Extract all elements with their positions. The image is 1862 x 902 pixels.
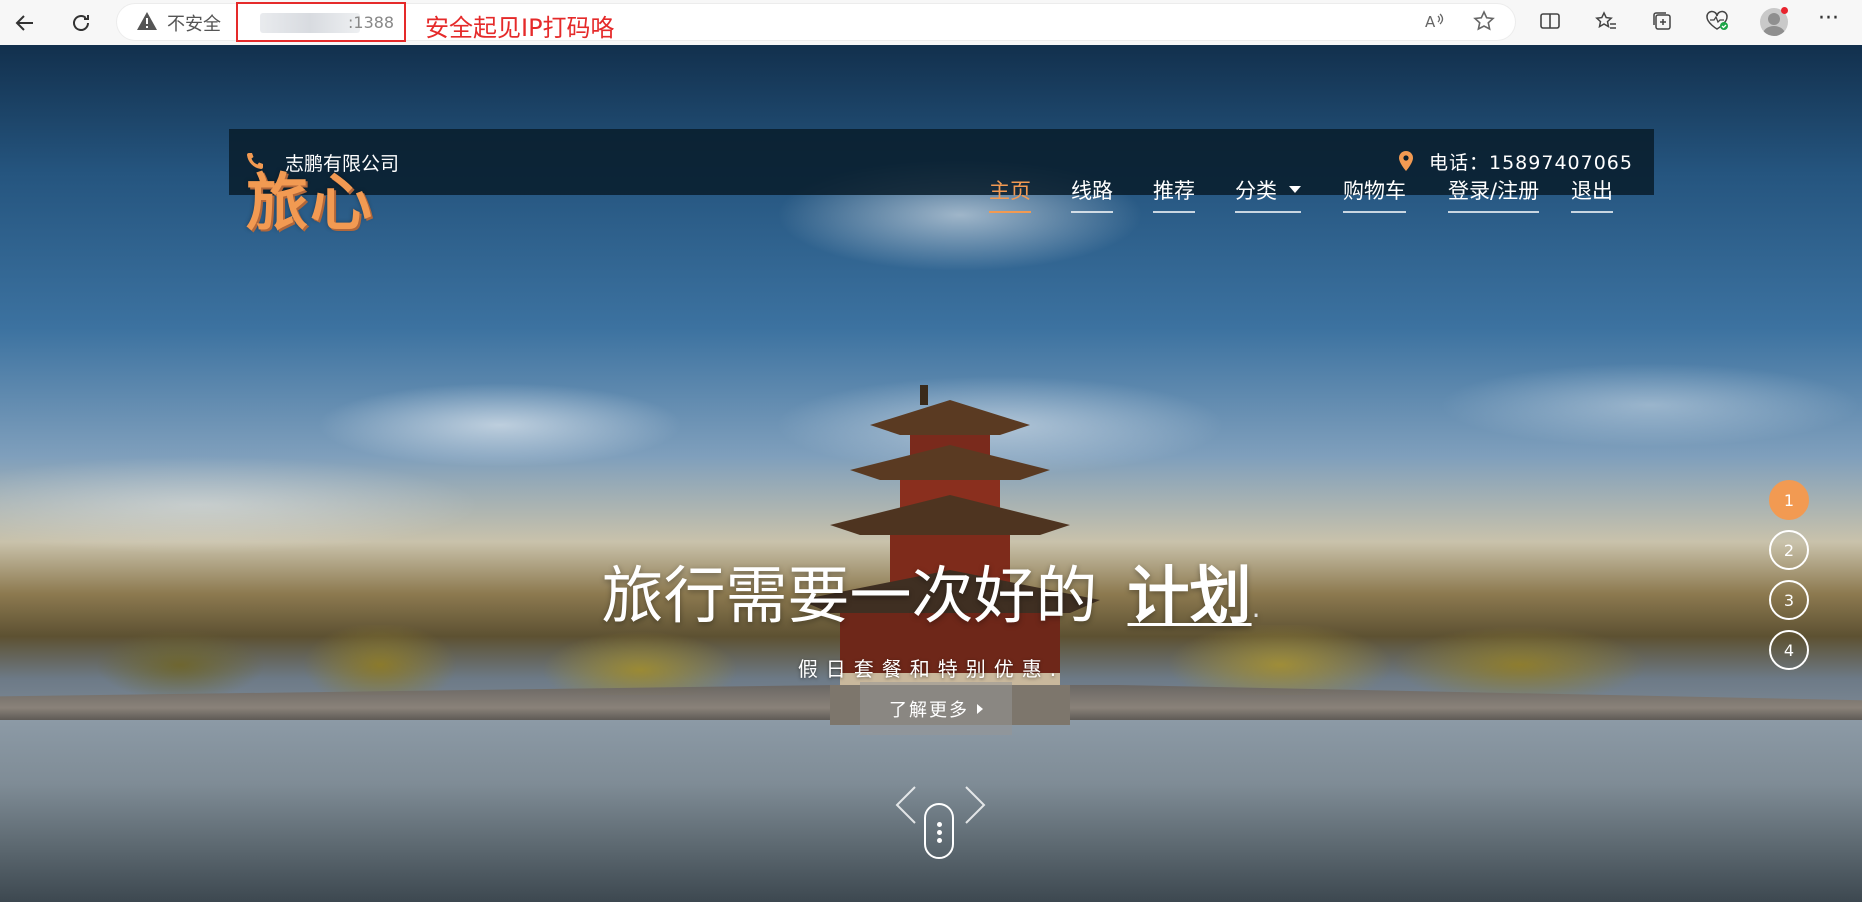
url-port: :1388 — [348, 13, 395, 32]
caret-down-icon — [1289, 185, 1301, 193]
headline-emphasis: 计划 — [1127, 559, 1252, 632]
next-arrow-icon[interactable] — [962, 785, 988, 825]
split-screen-icon[interactable] — [1539, 10, 1561, 37]
security-label[interactable]: 不安全 — [167, 10, 221, 36]
nav-login-register[interactable]: 登录/注册 — [1448, 175, 1540, 213]
slide-dot-4[interactable]: 4 — [1769, 630, 1809, 670]
nav-routes[interactable]: 线路 — [1071, 175, 1113, 213]
browser-toolbar: 不安全 :1388 安全起见IP打码咯 A ··· — [0, 0, 1862, 46]
scroll-down-indicator[interactable] — [924, 803, 954, 859]
more-menu-icon[interactable]: ··· — [1818, 6, 1839, 31]
back-arrow-icon[interactable] — [8, 6, 42, 40]
location-pin-icon — [1399, 151, 1413, 171]
blurred-ip — [260, 13, 360, 33]
hero-banner: 志鹏有限公司 电话：15897407065 旅心 主页 线路 推荐 分类 购物车… — [0, 45, 1862, 902]
favorite-star-icon[interactable] — [1473, 10, 1495, 37]
slide-dot-3[interactable]: 3 — [1769, 580, 1809, 620]
refresh-icon[interactable] — [64, 6, 98, 40]
redacted-url-box: :1388 — [236, 2, 406, 42]
notification-dot — [1781, 7, 1788, 14]
nav-logout[interactable]: 退出 — [1571, 175, 1613, 213]
slide-dot-1[interactable]: 1 — [1769, 480, 1809, 520]
learn-more-label: 了解更多 — [889, 699, 969, 721]
main-nav: 主页 线路 推荐 分类 购物车 登录/注册 退出 — [0, 175, 1862, 215]
hero-headline: 旅行需要一次好的 计划. — [0, 545, 1862, 635]
prev-arrow-icon[interactable] — [893, 785, 919, 825]
svg-text:A: A — [1425, 13, 1436, 31]
annotation-text: 安全起见IP打码咯 — [425, 14, 615, 42]
nav-cart[interactable]: 购物车 — [1343, 175, 1406, 213]
collections-icon[interactable] — [1651, 10, 1673, 37]
favorites-icon[interactable] — [1595, 10, 1617, 37]
headline-dot: . — [1251, 591, 1261, 624]
phone-number: 电话：15897407065 — [1429, 152, 1633, 174]
warning-triangle-icon[interactable] — [136, 11, 158, 31]
browser-essentials-icon[interactable] — [1705, 10, 1729, 37]
hero-subline: 假日套餐和特别优惠. — [797, 657, 1065, 681]
nav-home[interactable]: 主页 — [989, 175, 1031, 213]
nav-recommend[interactable]: 推荐 — [1153, 175, 1195, 213]
slide-dot-2[interactable]: 2 — [1769, 530, 1809, 570]
learn-more-button[interactable]: 了解更多 — [860, 682, 1012, 735]
caret-right-icon — [977, 703, 983, 714]
read-aloud-icon[interactable]: A — [1424, 10, 1446, 37]
nav-category-label: 分类 — [1235, 179, 1277, 203]
headline-text: 旅行需要一次好的 — [601, 559, 1098, 632]
nav-category[interactable]: 分类 — [1235, 175, 1301, 213]
